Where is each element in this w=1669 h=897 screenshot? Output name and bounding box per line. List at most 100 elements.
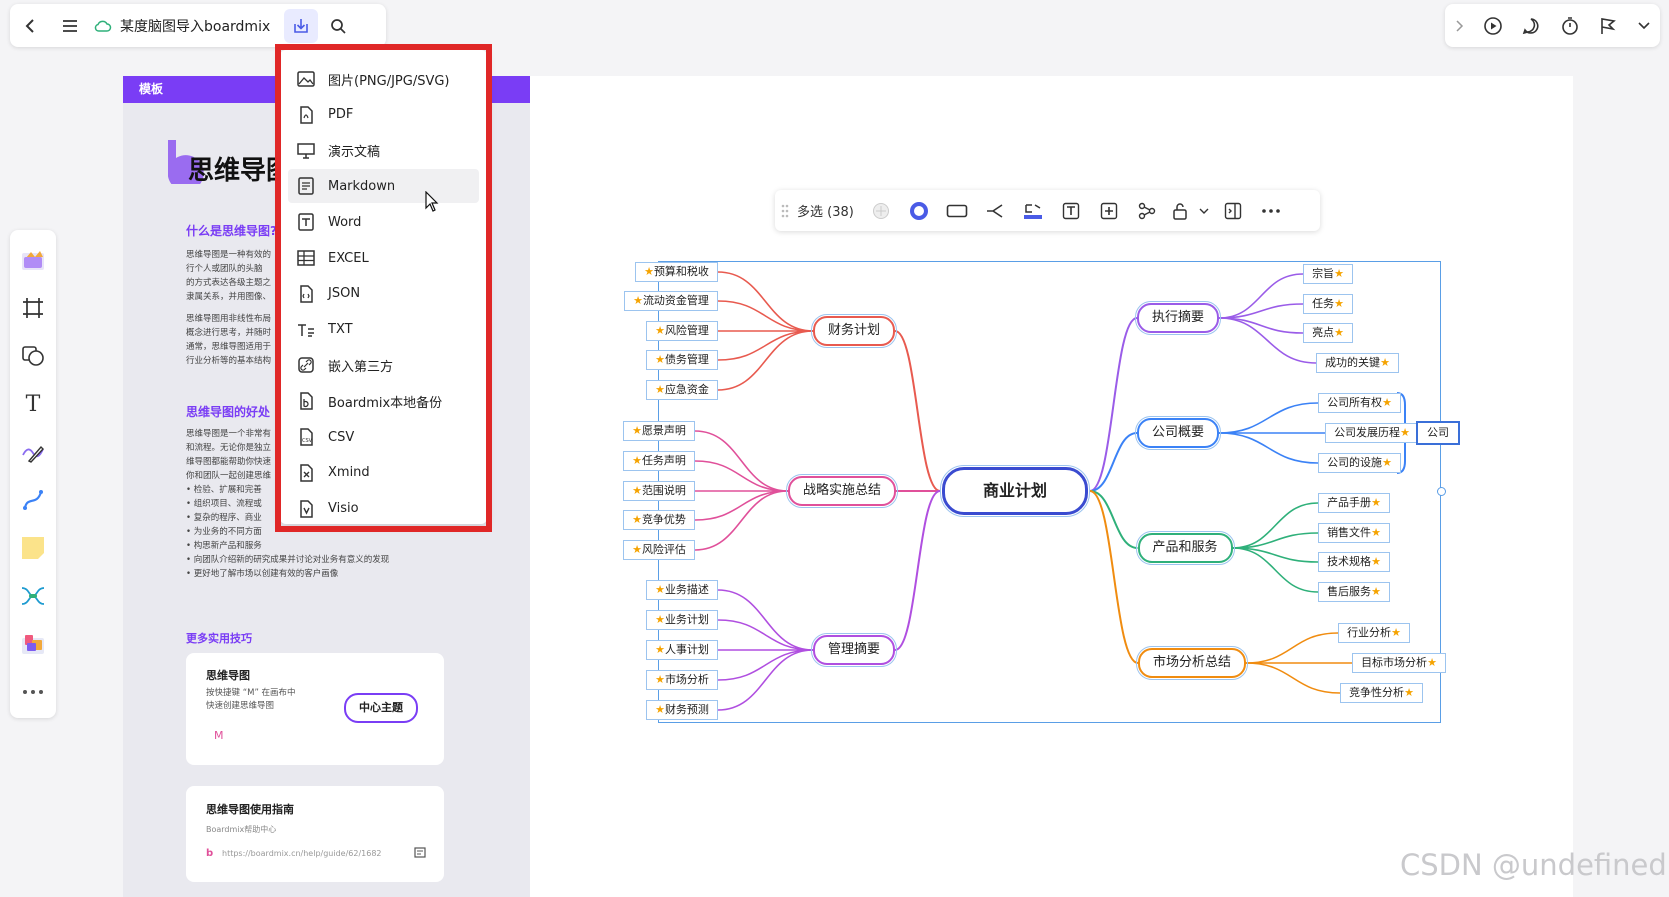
leaf-label: 流动资金管理 xyxy=(642,294,709,307)
mindmap-leaf-topic[interactable]: 竞争性分析★ xyxy=(1340,683,1423,703)
star-icon: ★ xyxy=(1382,456,1392,469)
multi-select-label: 多选 (38) xyxy=(797,205,854,220)
leaf-label: 目标市场分析 xyxy=(1361,656,1428,669)
mindmap-leaf-topic[interactable]: ★业务描述 xyxy=(646,580,718,600)
more-options-button[interactable] xyxy=(1252,190,1290,231)
chevron-down-icon xyxy=(1199,208,1209,214)
star-icon: ★ xyxy=(1427,656,1437,669)
mindmap-leaf-topic[interactable]: 亮点★ xyxy=(1303,323,1353,343)
text-style-button[interactable] xyxy=(1052,190,1090,231)
leaf-label: 亮点 xyxy=(1312,326,1335,339)
mindmap-leaf-topic[interactable]: 宗旨★ xyxy=(1303,264,1353,284)
mindmap-leaf-topic[interactable]: 产品手册★ xyxy=(1318,493,1390,513)
mindmap-leaf-topic[interactable]: 公司所有权★ xyxy=(1318,393,1401,413)
star-icon: ★ xyxy=(1334,326,1344,339)
layout-button[interactable] xyxy=(1014,190,1052,231)
mindmap-leaf-topic[interactable]: ★愿景声明 xyxy=(623,421,695,441)
mindmap-leaf-topic[interactable]: 目标市场分析★ xyxy=(1352,653,1446,673)
mindmap-branch-topic[interactable]: 战略实施总结 xyxy=(786,474,898,508)
leaf-label: 竞争优势 xyxy=(641,513,686,526)
leaf-label: 技术规格 xyxy=(1327,555,1372,568)
mindmap-leaf-topic[interactable]: 销售文件★ xyxy=(1318,523,1390,543)
leaf-label: 行业分析 xyxy=(1347,626,1392,639)
mindmap-leaf-topic[interactable]: 任务★ xyxy=(1303,294,1353,314)
drag-handle[interactable] xyxy=(775,190,795,231)
mindmap-branch-topic[interactable]: 执行摘要 xyxy=(1135,301,1221,335)
watermark: CSDN @undefined xyxy=(1400,848,1667,882)
mindmap-leaf-topic[interactable]: 成功的关键★ xyxy=(1316,353,1399,373)
mindmap-branch-topic[interactable]: 管理摘要 xyxy=(811,633,897,667)
mindmap-leaf-topic[interactable]: ★竞争优势 xyxy=(623,510,695,530)
collapse-panel-button[interactable] xyxy=(1214,190,1252,231)
leaf-label: 财务预测 xyxy=(664,703,709,716)
mindmap-leaf-topic[interactable]: ★业务计划 xyxy=(646,610,718,630)
shape-outline-button[interactable] xyxy=(938,190,976,231)
mindmap-leaf-topic[interactable]: ★任务声明 xyxy=(623,451,695,471)
structure-button[interactable] xyxy=(1128,190,1166,231)
star-icon: ★ xyxy=(655,583,665,596)
mindmap-branch-topic[interactable]: 市场分析总结 xyxy=(1136,646,1248,680)
fill-color-button[interactable] xyxy=(862,190,900,231)
mindmap-leaf-topic[interactable]: ★预算和税收 xyxy=(635,262,718,282)
mindmap-leaf-topic[interactable]: ★市场分析 xyxy=(646,670,718,690)
mindmap-leaf-topic[interactable]: 公司发展历程★ xyxy=(1325,423,1419,443)
star-icon: ★ xyxy=(632,484,642,497)
add-node-button[interactable] xyxy=(1090,190,1128,231)
star-icon: ★ xyxy=(1371,555,1381,568)
star-icon: ★ xyxy=(1404,686,1414,699)
mindmap-summary-topic[interactable]: 公司 xyxy=(1416,421,1460,445)
branch-style-button[interactable] xyxy=(976,190,1014,231)
mindmap-leaf-topic[interactable]: ★人事计划 xyxy=(646,640,718,660)
star-icon: ★ xyxy=(1382,396,1392,409)
border-color-button[interactable] xyxy=(900,190,938,231)
mindmap-leaf-topic[interactable]: ★债务管理 xyxy=(646,350,718,370)
mindmap-leaf-topic[interactable]: 行业分析★ xyxy=(1338,623,1410,643)
lock-options-button[interactable] xyxy=(1194,190,1214,231)
leaf-label: 风险评估 xyxy=(641,543,686,556)
leaf-label: 人事计划 xyxy=(664,643,709,656)
mindmap-leaf-topic[interactable]: 公司的设施★ xyxy=(1318,453,1401,473)
mindmap-leaf-topic[interactable]: ★范围说明 xyxy=(623,481,695,501)
selection-handle-right[interactable] xyxy=(1437,487,1446,496)
mindmap-leaf-topic[interactable]: ★风险管理 xyxy=(646,321,718,341)
mindmap-leaf-topic[interactable]: ★流动资金管理 xyxy=(624,291,718,311)
lock-icon xyxy=(1173,202,1187,220)
leaf-label: 成功的关键 xyxy=(1325,356,1381,369)
star-icon: ★ xyxy=(655,613,665,626)
leaf-label: 售后服务 xyxy=(1327,585,1372,598)
leaf-label: 公司所有权 xyxy=(1327,396,1383,409)
star-icon: ★ xyxy=(655,643,665,656)
mindmap-leaf-topic[interactable]: 售后服务★ xyxy=(1318,582,1390,602)
star-icon: ★ xyxy=(655,383,665,396)
mindmap-leaf-topic[interactable]: ★应急资金 xyxy=(646,380,718,400)
more-icon xyxy=(1262,208,1280,213)
star-icon: ★ xyxy=(633,294,643,307)
mindmap-center-topic[interactable]: 商业计划 xyxy=(940,465,1090,517)
leaf-label: 预算和税收 xyxy=(653,265,709,278)
branch-style-icon xyxy=(986,203,1003,218)
border-color-icon xyxy=(909,201,928,220)
leaf-label: 市场分析 xyxy=(664,673,709,686)
star-icon: ★ xyxy=(1371,496,1381,509)
mindmap-branch-topic[interactable]: 公司概要 xyxy=(1135,416,1221,450)
star-icon: ★ xyxy=(632,424,642,437)
text-style-icon xyxy=(1062,202,1080,219)
mindmap-leaf-topic[interactable]: 技术规格★ xyxy=(1318,552,1390,572)
star-icon: ★ xyxy=(1391,626,1401,639)
star-icon: ★ xyxy=(632,513,642,526)
fill-color-icon xyxy=(872,202,889,219)
star-icon: ★ xyxy=(632,454,642,467)
star-icon: ★ xyxy=(1334,267,1344,280)
shape-outline-icon xyxy=(946,204,968,217)
star-icon: ★ xyxy=(1400,426,1410,439)
star-icon: ★ xyxy=(655,673,665,686)
leaf-label: 任务 xyxy=(1312,297,1335,310)
leaf-label: 宗旨 xyxy=(1312,267,1335,280)
mindmap-leaf-topic[interactable]: ★风险评估 xyxy=(623,540,695,560)
mindmap-leaf-topic[interactable]: ★财务预测 xyxy=(646,700,718,720)
mindmap-branch-topic[interactable]: 财务计划 xyxy=(811,314,897,348)
mindmap-branch-topic[interactable]: 产品和服务 xyxy=(1135,531,1235,565)
star-icon: ★ xyxy=(1371,585,1381,598)
lock-button[interactable] xyxy=(1166,190,1194,231)
mouse-cursor-icon xyxy=(425,191,439,212)
